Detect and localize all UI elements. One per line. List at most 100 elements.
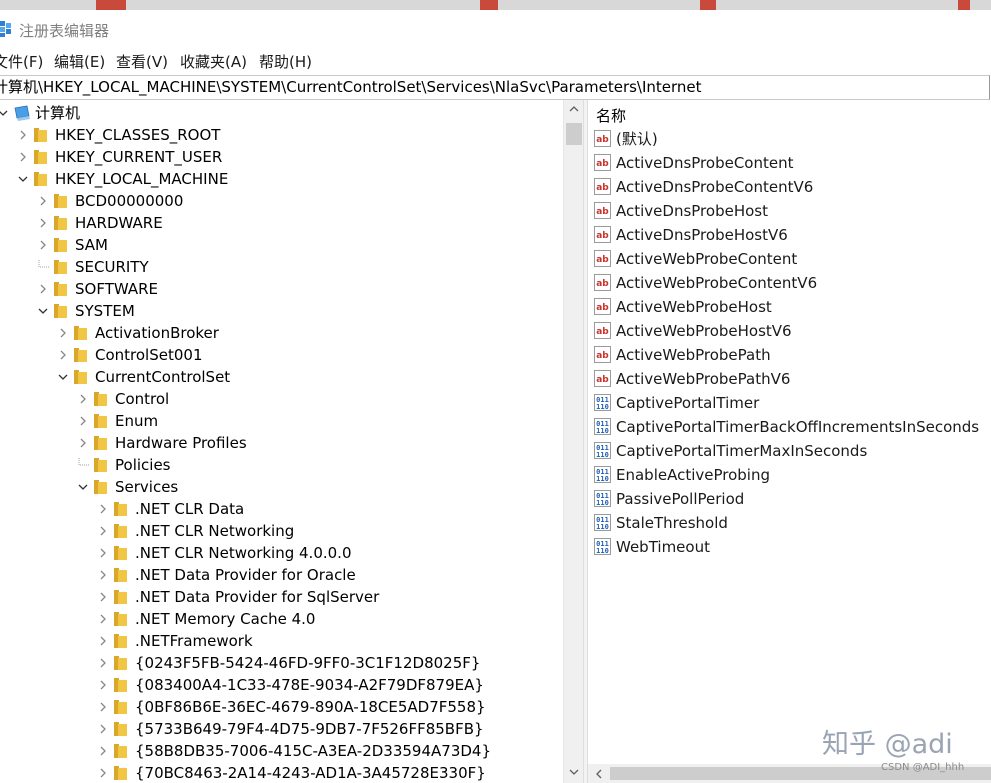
tree-node[interactable]: CurrentControlSet: [0, 366, 563, 388]
tree-node-label: CurrentControlSet: [95, 368, 231, 386]
address-bar[interactable]: 计算机\HKEY_LOCAL_MACHINE\SYSTEM\CurrentCon…: [0, 75, 990, 100]
chevron-right-icon[interactable]: [76, 392, 90, 406]
value-row[interactable]: 011 110 PassivePollPeriod: [588, 487, 991, 511]
tree-node[interactable]: ControlSet001: [0, 344, 563, 366]
chevron-right-icon[interactable]: [36, 238, 50, 252]
folder-icon: [114, 502, 127, 516]
tree-node[interactable]: SYSTEM: [0, 300, 563, 322]
tree-node[interactable]: .NET Data Provider for SqlServer: [0, 586, 563, 608]
tree-node[interactable]: {5733B649-79F4-4D75-9DB7-7F526FF85BFB}: [0, 718, 563, 740]
chevron-right-icon[interactable]: [96, 524, 110, 538]
tree-root-computer[interactable]: 计算机: [0, 102, 563, 124]
svg-text:110: 110: [596, 499, 609, 507]
tree-node[interactable]: SAM: [0, 234, 563, 256]
column-header-name[interactable]: 名称: [596, 105, 626, 126]
value-row[interactable]: ab ActiveDnsProbeContent: [588, 151, 991, 175]
tree-node[interactable]: Policies: [0, 454, 563, 476]
value-row[interactable]: ab ActiveWebProbeContent: [588, 247, 991, 271]
chevron-right-icon[interactable]: [96, 568, 110, 582]
chevron-down-icon[interactable]: [56, 370, 70, 384]
tree-node[interactable]: Control: [0, 388, 563, 410]
chevron-down-icon[interactable]: [76, 480, 90, 494]
value-row[interactable]: 011 110 CaptivePortalTimerMaxInSeconds: [588, 439, 991, 463]
chevron-right-icon[interactable]: [56, 348, 70, 362]
value-row[interactable]: 011 110 CaptivePortalTimerBackOffIncrement…: [588, 415, 991, 439]
tree-node[interactable]: .NET CLR Data: [0, 498, 563, 520]
chevron-right-icon[interactable]: [96, 656, 110, 670]
tree-node[interactable]: .NET CLR Networking: [0, 520, 563, 542]
chevron-down-icon[interactable]: [16, 172, 30, 186]
tree-node[interactable]: {70BC8463-2A14-4243-AD1A-3A45728E330F}: [0, 762, 563, 783]
chevron-right-icon[interactable]: [96, 678, 110, 692]
tree-node-label: Control: [115, 390, 170, 408]
tree-node[interactable]: .NET CLR Networking 4.0.0.0: [0, 542, 563, 564]
chevron-right-icon[interactable]: [96, 700, 110, 714]
chevron-right-icon[interactable]: [16, 150, 30, 164]
chevron-right-icon[interactable]: [96, 546, 110, 560]
tree-node[interactable]: ActivationBroker: [0, 322, 563, 344]
chevron-right-icon[interactable]: [96, 744, 110, 758]
tree-node[interactable]: {0243F5FB-5424-46FD-9FF0-3C1F12D8025F}: [0, 652, 563, 674]
tree-node[interactable]: Hardware Profiles: [0, 432, 563, 454]
tree-node[interactable]: Services: [0, 476, 563, 498]
tree-node-label: {0BF86B6E-36EC-4679-890A-18CE5AD7F558}: [135, 698, 486, 716]
chevron-right-icon[interactable]: [96, 634, 110, 648]
value-row[interactable]: ab (默认): [588, 127, 991, 151]
chevron-right-icon[interactable]: [96, 766, 110, 780]
folder-icon: [94, 480, 107, 494]
value-row[interactable]: 011 110 EnableActiveProbing: [588, 463, 991, 487]
tree-node[interactable]: HKEY_LOCAL_MACHINE: [0, 168, 563, 190]
value-row[interactable]: ab ActiveWebProbePath: [588, 343, 991, 367]
chevron-right-icon[interactable]: [76, 436, 90, 450]
chevron-right-icon[interactable]: [36, 216, 50, 230]
value-row[interactable]: ab ActiveDnsProbeHostV6: [588, 223, 991, 247]
chevron-right-icon[interactable]: [96, 590, 110, 604]
menu-favorites[interactable]: 收藏夹(A): [180, 51, 247, 72]
tree-node[interactable]: SOFTWARE: [0, 278, 563, 300]
value-row[interactable]: ab ActiveWebProbePathV6: [588, 367, 991, 391]
tree-node[interactable]: SECURITY: [0, 256, 563, 278]
tree-scrollbar-thumb[interactable]: [566, 123, 582, 145]
value-row[interactable]: ab ActiveWebProbeContentV6: [588, 271, 991, 295]
chevron-right-icon[interactable]: [36, 282, 50, 296]
scroll-down-arrow-icon[interactable]: [569, 768, 579, 776]
value-row[interactable]: ab ActiveDnsProbeHost: [588, 199, 991, 223]
value-row[interactable]: ab ActiveWebProbeHostV6: [588, 319, 991, 343]
value-row[interactable]: 011 110 StaleThreshold: [588, 511, 991, 535]
tree-node[interactable]: HKEY_CURRENT_USER: [0, 146, 563, 168]
tree-node[interactable]: .NETFramework: [0, 630, 563, 652]
tree-node[interactable]: Enum: [0, 410, 563, 432]
chevron-right-icon[interactable]: [56, 326, 70, 340]
value-name: ActiveWebProbeHost: [616, 298, 772, 316]
chevron-right-icon[interactable]: [36, 194, 50, 208]
menu-file[interactable]: 文件(F): [0, 51, 43, 72]
menu-edit[interactable]: 编辑(E): [54, 51, 105, 72]
chevron-right-icon[interactable]: [96, 722, 110, 736]
chevron-down-icon[interactable]: [36, 304, 50, 318]
tree-node[interactable]: {58B8DB35-7006-415C-A3EA-2D33594A73D4}: [0, 740, 563, 762]
tree-node[interactable]: {083400A4-1C33-478E-9034-A2F79DF879EA}: [0, 674, 563, 696]
tree-node-label: HKEY_LOCAL_MACHINE: [55, 170, 229, 188]
value-row[interactable]: ab ActiveWebProbeHost: [588, 295, 991, 319]
tree-node[interactable]: HKEY_CLASSES_ROOT: [0, 124, 563, 146]
tree-node[interactable]: HARDWARE: [0, 212, 563, 234]
value-row[interactable]: 011 110 CaptivePortalTimer: [588, 391, 991, 415]
scroll-up-arrow-icon[interactable]: [569, 105, 579, 113]
tree-node[interactable]: BCD00000000: [0, 190, 563, 212]
chevron-right-icon[interactable]: [76, 414, 90, 428]
tree-node[interactable]: .NET Data Provider for Oracle: [0, 564, 563, 586]
tree-node[interactable]: .NET Memory Cache 4.0: [0, 608, 563, 630]
chevron-right-icon[interactable]: [16, 128, 30, 142]
menu-view[interactable]: 查看(V): [116, 51, 168, 72]
folder-icon: [94, 414, 107, 428]
chevron-right-icon[interactable]: [96, 612, 110, 626]
value-row[interactable]: ab ActiveDnsProbeContentV6: [588, 175, 991, 199]
tree-vertical-scrollbar[interactable]: [563, 100, 583, 783]
svg-text:110: 110: [596, 451, 609, 459]
tree-node[interactable]: {0BF86B6E-36EC-4679-890A-18CE5AD7F558}: [0, 696, 563, 718]
value-row[interactable]: 011 110 WebTimeout: [588, 535, 991, 559]
menu-help[interactable]: 帮助(H): [259, 51, 312, 72]
chevron-down-icon[interactable]: [0, 106, 10, 120]
chevron-right-icon[interactable]: [96, 502, 110, 516]
scroll-left-arrow-icon[interactable]: [595, 769, 603, 779]
